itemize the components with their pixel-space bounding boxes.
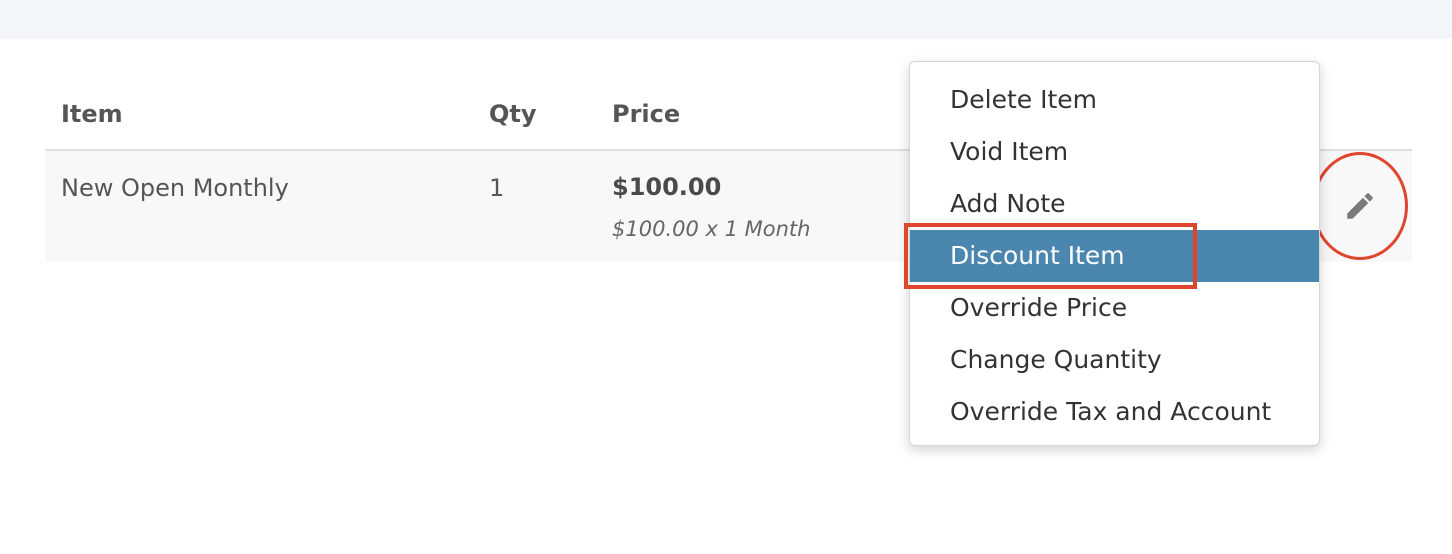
item-qty: 1 bbox=[489, 174, 505, 202]
column-header-item: Item bbox=[61, 100, 123, 128]
pencil-icon bbox=[1347, 193, 1373, 219]
item-price: $100.00 bbox=[612, 173, 722, 201]
item-name: New Open Monthly bbox=[61, 174, 289, 202]
column-header-price: Price bbox=[612, 100, 681, 128]
menu-item-void-item[interactable]: Void Item bbox=[910, 126, 1319, 178]
menu-item-change-quantity[interactable]: Change Quantity bbox=[910, 334, 1319, 386]
item-actions-menu: Delete Item Void Item Add Note Discount … bbox=[909, 61, 1320, 446]
top-bar bbox=[0, 0, 1452, 39]
column-header-qty: Qty bbox=[489, 100, 537, 128]
item-price-detail: $100.00 x 1 Month bbox=[612, 217, 811, 241]
menu-item-discount-item[interactable]: Discount Item bbox=[910, 230, 1319, 282]
edit-item-button[interactable] bbox=[1312, 152, 1408, 260]
menu-item-override-tax-and-account[interactable]: Override Tax and Account bbox=[910, 386, 1319, 438]
menu-item-override-price[interactable]: Override Price bbox=[910, 282, 1319, 334]
menu-item-add-note[interactable]: Add Note bbox=[910, 178, 1319, 230]
menu-item-delete-item[interactable]: Delete Item bbox=[910, 74, 1319, 126]
